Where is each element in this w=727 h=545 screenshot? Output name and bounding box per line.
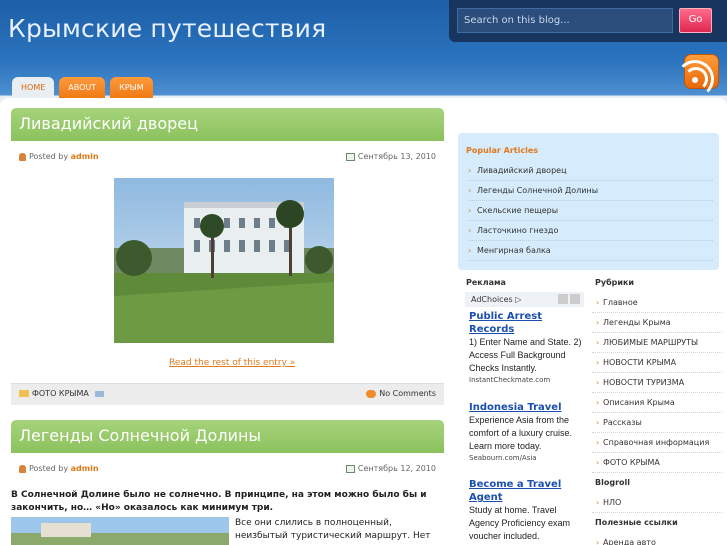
rubric-item[interactable]: НОВОСТИ КРЫМА <box>592 353 722 373</box>
user-icon <box>19 464 26 473</box>
ad-item[interactable]: Become a Travel Agent Study at home. Tra… <box>469 478 582 543</box>
right-sidebar: Рубрики Главное Легенды Крыма ЛЮБИМЫЕ МА… <box>592 275 722 545</box>
rubric-item[interactable]: Легенды Крыма <box>592 313 722 333</box>
rubric-item[interactable]: Рассказы <box>592 413 722 433</box>
rss-icon[interactable] <box>676 54 719 98</box>
post-author[interactable]: admin <box>71 152 99 161</box>
blogroll-item[interactable]: НЛО <box>592 493 722 513</box>
post-meta: Posted by admin Сентябрь 12, 2010 <box>11 462 444 476</box>
search-input[interactable]: Search on this blog... <box>457 8 673 33</box>
popular-articles: Popular Articles Ливадийский дворец Леге… <box>458 133 719 270</box>
post-title-bar: Ливадийский дворец <box>11 108 444 141</box>
rubric-item[interactable]: НОВОСТИ ТУРИЗМА <box>592 373 722 393</box>
popular-title: Popular Articles <box>466 146 539 155</box>
ad-item[interactable]: Public Arrest Records 1) Enter Name and … <box>469 310 582 385</box>
rubric-item[interactable]: Описания Крыма <box>592 393 722 413</box>
calendar-icon <box>345 464 355 473</box>
ad-prev-arrow[interactable] <box>558 294 568 304</box>
popular-item[interactable]: Легенды Солнечной Долины <box>468 181 713 201</box>
user-icon <box>19 152 26 161</box>
rubric-item[interactable]: Справочная информация <box>592 433 722 453</box>
tab-krym[interactable]: КРЫМ <box>110 77 153 98</box>
search-go-button[interactable]: Go <box>679 8 712 33</box>
folder-icon <box>19 390 29 397</box>
posted-by-label: Posted by <box>29 464 69 473</box>
post-intro: В Солнечной Долине было не солнечно. В п… <box>11 490 427 513</box>
blogroll-title: Blogroll <box>595 478 630 487</box>
ads-block: AdChoices ▷ Public Arrest Records 1) Ent… <box>465 292 584 545</box>
post-photo-livadia[interactable] <box>114 178 334 343</box>
search-bar: Search on this blog... Go <box>449 0 727 42</box>
link-item[interactable]: Аренда авто <box>592 533 722 545</box>
site-title[interactable]: Крымские путешествия <box>8 14 326 43</box>
post-footer: ФОТО КРЫМА No Comments <box>11 383 444 405</box>
popular-item[interactable]: Ливадийский дворец <box>468 161 713 181</box>
ad-item[interactable]: Indonesia Travel Experience Asia from th… <box>469 401 582 463</box>
posted-by-label: Posted by <box>29 152 69 161</box>
adchoices-bar[interactable]: AdChoices ▷ <box>465 292 584 307</box>
rubric-item[interactable]: Главное <box>592 293 722 313</box>
calendar-icon <box>345 152 355 161</box>
post-title[interactable]: Легенды Солнечной Долины <box>19 426 261 445</box>
post-category[interactable]: ФОТО КРЫМА <box>32 389 89 398</box>
popular-item[interactable]: Ласточкино гнездо <box>468 221 713 241</box>
post-photo-valley[interactable] <box>11 517 229 545</box>
rubric-item[interactable]: ЛЮБИМЫЕ МАРШРУТЫ <box>592 333 722 353</box>
post-title[interactable]: Ливадийский дворец <box>19 114 198 133</box>
read-more-link[interactable]: Read the rest of this entry » <box>169 358 295 368</box>
post-comments[interactable]: No Comments <box>379 389 436 398</box>
links-title: Полезные ссылки <box>595 518 678 527</box>
post-text: Все они слились в полноценный, неизбытый… <box>235 518 431 545</box>
popular-item[interactable]: Скельские пещеры <box>468 201 713 221</box>
tag-icon <box>94 390 104 397</box>
comment-icon <box>366 389 377 398</box>
rubric-item[interactable]: ФОТО КРЫМА <box>592 453 722 473</box>
tab-about[interactable]: ABOUT <box>59 77 106 98</box>
post-author[interactable]: admin <box>71 464 99 473</box>
post-title-bar: Легенды Солнечной Долины <box>11 420 444 453</box>
post-date: Сентябрь 13, 2010 <box>357 152 436 161</box>
post-meta: Posted by admin Сентябрь 13, 2010 <box>11 150 444 164</box>
ads-title: Реклама <box>466 278 506 287</box>
tab-home[interactable]: HOME <box>12 77 55 98</box>
popular-item[interactable]: Менгирная балка <box>468 241 713 261</box>
post-date: Сентябрь 12, 2010 <box>357 464 436 473</box>
main-nav: HOME ABOUT КРЫМ <box>12 77 153 98</box>
rubrics-title: Рубрики <box>595 278 635 287</box>
ad-next-arrow[interactable] <box>570 294 580 304</box>
